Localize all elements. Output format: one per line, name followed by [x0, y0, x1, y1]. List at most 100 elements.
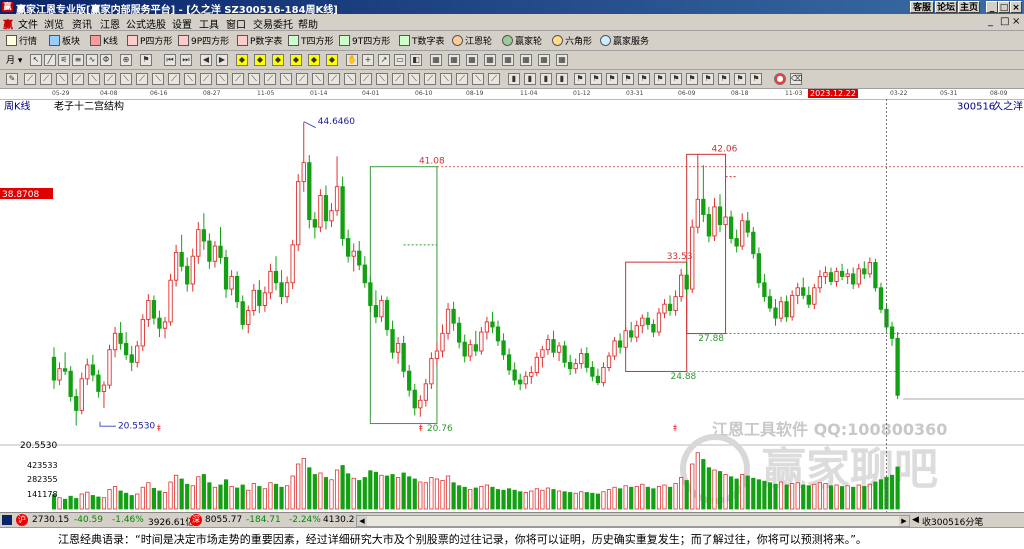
tool-h-icon[interactable]: ⟋ — [136, 73, 148, 85]
candlestick-chart[interactable]: 江恩工具软件 QQ:100800360 赢家聊吧 44.646020.55304… — [0, 99, 1024, 512]
fib-icon[interactable]: Φ — [100, 54, 112, 66]
mdi-minimize-button[interactable]: _ — [988, 16, 993, 27]
scroll-left-icon[interactable]: ◀ — [357, 516, 367, 526]
forum-button[interactable]: 论坛 — [935, 1, 957, 13]
table-4-icon[interactable]: ▦ — [484, 54, 496, 66]
gann-wheel-tool-button[interactable]: 江恩轮 — [452, 34, 492, 47]
tool-p-icon[interactable]: ⟋ — [264, 73, 276, 85]
winner-wheel-tool-button[interactable]: 赢家轮 — [502, 34, 542, 47]
arrow-icon[interactable]: ↗ — [378, 54, 390, 66]
mdi-restore-button[interactable]: □ — [1000, 16, 1009, 27]
diamond-2-icon[interactable]: ◆ — [254, 54, 266, 66]
bars-d-icon[interactable]: ▮ — [556, 73, 568, 85]
service-button[interactable]: 客服 — [910, 1, 934, 13]
mark-i-icon[interactable]: ⚑ — [702, 73, 714, 85]
menu-trade[interactable]: 交易委托 — [253, 16, 293, 31]
table-6-icon[interactable]: ▦ — [520, 54, 532, 66]
cycle-icon[interactable]: ∿ — [86, 54, 98, 66]
tool-q-icon[interactable]: ⟍ — [280, 73, 292, 85]
mark-e-icon[interactable]: ⚑ — [638, 73, 650, 85]
tool-z-icon[interactable]: ⟋ — [424, 73, 436, 85]
tool-k-icon[interactable]: ⟍ — [184, 73, 196, 85]
tool-x-icon[interactable]: ⟋ — [392, 73, 404, 85]
diamond-3-icon[interactable]: ◆ — [272, 54, 284, 66]
horizontal-scrollbar[interactable]: ◀ ▶ — [356, 515, 910, 527]
tool-b-icon[interactable]: ⟋ — [40, 73, 52, 85]
sector-tool-button[interactable]: 板块 — [49, 34, 80, 47]
menu-browse[interactable]: 浏览 — [44, 16, 64, 31]
t-square-tool-button[interactable]: T四方形 — [288, 34, 334, 47]
bars-a-icon[interactable]: ▮ — [508, 73, 520, 85]
draw-line-icon[interactable]: ╱ — [44, 54, 56, 66]
fan-icon[interactable]: ⚟ — [58, 54, 70, 66]
diamond-6-icon[interactable]: ◆ — [326, 54, 338, 66]
prev-icon[interactable]: ◀ — [200, 54, 212, 66]
mark-k-icon[interactable]: ⚑ — [734, 73, 746, 85]
tool-r-icon[interactable]: ⟋ — [296, 73, 308, 85]
table-3-icon[interactable]: ▦ — [466, 54, 478, 66]
tool-a-icon[interactable]: ⟋ — [24, 73, 36, 85]
tool-g-icon[interactable]: ⟍ — [120, 73, 132, 85]
9p-square-tool-button[interactable]: 9P四方形 — [178, 34, 229, 47]
tool-t-icon[interactable]: ⟋ — [328, 73, 340, 85]
ticker-menu-icon[interactable] — [2, 515, 12, 525]
menu-file[interactable]: 文件 — [18, 16, 38, 31]
tool-f-icon[interactable]: ⟋ — [104, 73, 116, 85]
mark-h-icon[interactable]: ⚑ — [686, 73, 698, 85]
service-tool-button[interactable]: 赢家服务 — [600, 34, 649, 47]
zoom-icon[interactable]: ⊕ — [120, 54, 132, 66]
mark-j-icon[interactable]: ⚑ — [718, 73, 730, 85]
bars-b-icon[interactable]: ▮ — [524, 73, 536, 85]
mark-l-icon[interactable]: ⚑ — [750, 73, 762, 85]
last-icon[interactable]: ⏭ — [180, 54, 192, 66]
tool-m-icon[interactable]: ⟍ — [216, 73, 228, 85]
bars-c-icon[interactable]: ▮ — [540, 73, 552, 85]
hand-icon[interactable]: ✋ — [346, 54, 358, 66]
restore-button[interactable]: □ — [998, 1, 1010, 13]
tool-j-icon[interactable]: ⟋ — [168, 73, 180, 85]
cursor-icon[interactable]: ↖ — [30, 54, 42, 66]
tool-aa-icon[interactable]: ⟍ — [440, 73, 452, 85]
mark-c-icon[interactable]: ⚑ — [606, 73, 618, 85]
first-icon[interactable]: ⏮ — [164, 54, 176, 66]
flag-icon[interactable]: ⚑ — [140, 54, 152, 66]
table-5-icon[interactable]: ▦ — [502, 54, 514, 66]
menu-info[interactable]: 资讯 — [72, 16, 92, 31]
tool-s-icon[interactable]: ⟍ — [312, 73, 324, 85]
pencil-icon[interactable]: ✎ — [6, 73, 18, 85]
crosshair-icon[interactable]: + — [362, 54, 374, 66]
period-select[interactable]: 月 ▾ — [6, 53, 22, 66]
tool-n-icon[interactable]: ⟋ — [232, 73, 244, 85]
close-button[interactable]: × — [1010, 1, 1022, 13]
tool-y-icon[interactable]: ⟍ — [408, 73, 420, 85]
mark-a-icon[interactable]: ⚑ — [574, 73, 586, 85]
home-button[interactable]: 主页 — [958, 1, 980, 13]
table-2-icon[interactable]: ▦ — [448, 54, 460, 66]
tool-ab-icon[interactable]: ⟋ — [456, 73, 468, 85]
record-icon[interactable]: ● — [774, 73, 786, 85]
tool-i-icon[interactable]: ⟍ — [152, 73, 164, 85]
ticker-scroll-left-icon[interactable]: ◀ — [912, 515, 919, 525]
diamond-1-icon[interactable]: ◆ — [236, 54, 248, 66]
menu-window[interactable]: 窗口 — [226, 16, 246, 31]
menu-tools[interactable]: 工具 — [199, 16, 219, 31]
quote-tool-button[interactable]: 行情 — [6, 34, 37, 47]
mdi-close-button[interactable]: × — [1012, 16, 1020, 27]
hexagon-tool-button[interactable]: 六角形 — [552, 34, 592, 47]
mark-d-icon[interactable]: ⚑ — [622, 73, 634, 85]
mark-g-icon[interactable]: ⚑ — [670, 73, 682, 85]
eraser-icon[interactable]: ⌫ — [790, 73, 802, 85]
tool-w-icon[interactable]: ⟍ — [376, 73, 388, 85]
p-number-table-tool-button[interactable]: P数字表 — [237, 34, 282, 47]
tool-ad-icon[interactable]: ⟋ — [488, 73, 500, 85]
menu-settings[interactable]: 设置 — [172, 16, 192, 31]
mark-f-icon[interactable]: ⚑ — [654, 73, 666, 85]
tool-c-icon[interactable]: ⟍ — [56, 73, 68, 85]
menu-help[interactable]: 帮助 — [298, 16, 318, 31]
table-7-icon[interactable]: ▦ — [538, 54, 550, 66]
menu-gann[interactable]: 江恩 — [100, 16, 120, 31]
p-square-tool-button[interactable]: P四方形 — [127, 34, 172, 47]
diamond-5-icon[interactable]: ◆ — [308, 54, 320, 66]
minimize-button[interactable]: _ — [986, 1, 998, 13]
mark-b-icon[interactable]: ⚑ — [590, 73, 602, 85]
